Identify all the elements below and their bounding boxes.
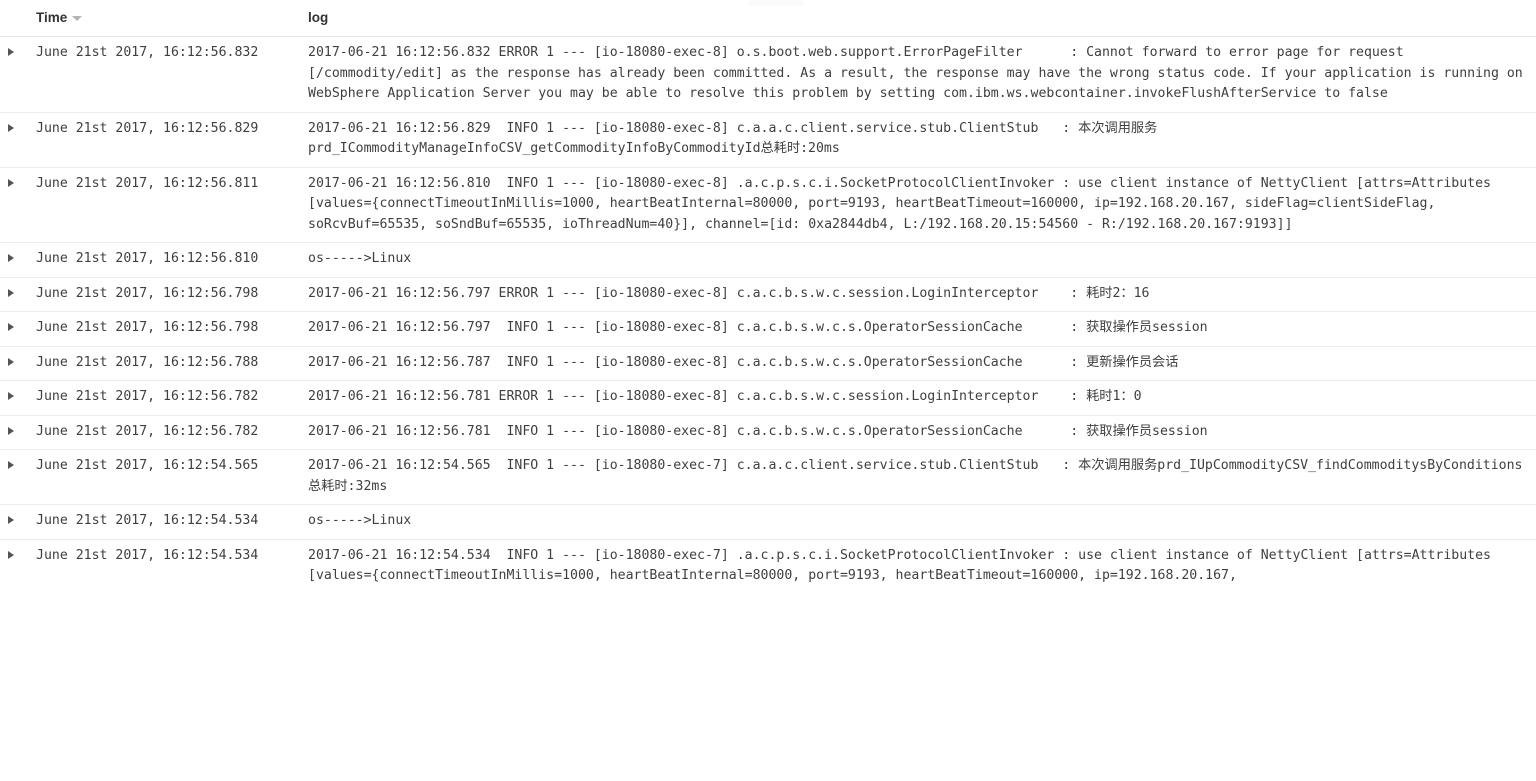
cell-log: 2017-06-21 16:12:56.797 INFO 1 --- [io-1…	[308, 320, 1208, 335]
caret-right-icon[interactable]	[8, 48, 14, 56]
row-expand-toggle[interactable]	[0, 37, 28, 113]
cell-time: June 21st 2017, 16:12:56.782	[36, 389, 259, 404]
row-expand-toggle[interactable]	[0, 415, 28, 450]
table-row[interactable]: June 21st 2017, 16:12:56.782 2017-06-21 1…	[0, 415, 1536, 450]
cell-log: 2017-06-21 16:12:56.810 INFO 1 --- [io-1…	[308, 175, 1499, 232]
log-documents-table: Time log June 21st 2017, 16:12:56.832 201…	[0, 0, 1536, 594]
caret-right-icon[interactable]	[8, 392, 14, 400]
cell-time: June 21st 2017, 16:12:56.788	[36, 354, 259, 370]
cell-log: 2017-06-21 16:12:56.781 ERROR 1 --- [io-…	[308, 389, 1142, 404]
caret-right-icon[interactable]	[8, 461, 14, 469]
row-expand-toggle[interactable]	[0, 112, 28, 167]
caret-right-icon[interactable]	[8, 288, 14, 297]
cell-time: June 21st 2017, 16:12:56.782	[36, 423, 259, 439]
cell-time: June 21st 2017, 16:12:54.565	[36, 458, 259, 473]
cell-log: os----->Linux	[308, 251, 412, 266]
cell-time: June 21st 2017, 16:12:56.798	[36, 320, 259, 335]
cell-time: June 21st 2017, 16:12:56.811	[36, 175, 259, 191]
caret-down-icon[interactable]	[72, 16, 83, 21]
table-row[interactable]: June 21st 2017, 16:12:56.798 2017-06-21 1…	[0, 277, 1536, 312]
caret-right-icon[interactable]	[8, 550, 14, 559]
table-row[interactable]: June 21st 2017, 16:12:54.534 2017-06-21 1…	[0, 539, 1536, 594]
caret-right-icon[interactable]	[8, 426, 14, 435]
row-expand-toggle[interactable]	[0, 346, 28, 381]
table-row[interactable]: June 21st 2017, 16:12:56.782 2017-06-21 1…	[0, 381, 1536, 416]
cell-log: 2017-06-21 16:12:56.787 INFO 1 --- [io-1…	[308, 354, 1179, 370]
cell-log: 2017-06-21 16:12:56.797 ERROR 1 --- [io-…	[308, 285, 1150, 301]
row-expand-toggle[interactable]	[0, 167, 28, 243]
caret-right-icon[interactable]	[8, 516, 14, 524]
column-header-time[interactable]: Time	[28, 0, 300, 37]
table-body: June 21st 2017, 16:12:56.832 2017-06-21 1…	[0, 37, 1536, 594]
cell-time: June 21st 2017, 16:12:56.829	[36, 120, 259, 136]
top-scroll-sliver	[748, 0, 804, 6]
cell-time: June 21st 2017, 16:12:56.832	[36, 45, 259, 60]
cell-time: June 21st 2017, 16:12:54.534	[36, 513, 259, 528]
table-row[interactable]: June 21st 2017, 16:12:54.565 2017-06-21 1…	[0, 450, 1536, 505]
column-header-log[interactable]: log	[300, 0, 1536, 37]
row-expand-toggle[interactable]	[0, 539, 28, 594]
row-expand-toggle[interactable]	[0, 381, 28, 416]
cell-time: June 21st 2017, 16:12:56.798	[36, 285, 259, 301]
column-header-log-label: log	[308, 10, 329, 25]
row-expand-toggle[interactable]	[0, 243, 28, 278]
row-expand-toggle[interactable]	[0, 450, 28, 505]
caret-right-icon[interactable]	[8, 123, 14, 132]
cell-log: 2017-06-21 16:12:56.832 ERROR 1 --- [io-…	[308, 45, 1531, 101]
table-row[interactable]: June 21st 2017, 16:12:56.811 2017-06-21 1…	[0, 167, 1536, 243]
cell-log: 2017-06-21 16:12:56.781 INFO 1 --- [io-1…	[308, 423, 1208, 439]
column-header-time-label: Time	[36, 10, 68, 25]
caret-right-icon[interactable]	[8, 254, 14, 262]
cell-log: 2017-06-21 16:12:54.565 INFO 1 --- [io-1…	[308, 458, 1523, 494]
caret-right-icon[interactable]	[8, 323, 14, 331]
cell-log: 2017-06-21 16:12:54.534 INFO 1 --- [io-1…	[308, 547, 1499, 584]
row-expand-toggle[interactable]	[0, 505, 28, 540]
column-header-toggle	[0, 0, 28, 37]
table-row[interactable]: June 21st 2017, 16:12:54.534 os----->Linu…	[0, 505, 1536, 540]
cell-log: 2017-06-21 16:12:56.829 INFO 1 --- [io-1…	[308, 120, 1158, 157]
table-row[interactable]: June 21st 2017, 16:12:56.829 2017-06-21 1…	[0, 112, 1536, 167]
row-expand-toggle[interactable]	[0, 312, 28, 347]
cell-time: June 21st 2017, 16:12:54.534	[36, 547, 259, 563]
table-row[interactable]: June 21st 2017, 16:12:56.788 2017-06-21 1…	[0, 346, 1536, 381]
cell-time: June 21st 2017, 16:12:56.810	[36, 251, 259, 266]
caret-right-icon[interactable]	[8, 178, 14, 187]
table-row[interactable]: June 21st 2017, 16:12:56.810 os----->Linu…	[0, 243, 1536, 278]
caret-right-icon[interactable]	[8, 357, 14, 366]
table-row[interactable]: June 21st 2017, 16:12:56.832 2017-06-21 1…	[0, 37, 1536, 113]
row-expand-toggle[interactable]	[0, 277, 28, 312]
table-row[interactable]: June 21st 2017, 16:12:56.798 2017-06-21 1…	[0, 312, 1536, 347]
cell-log: os----->Linux	[308, 513, 412, 528]
